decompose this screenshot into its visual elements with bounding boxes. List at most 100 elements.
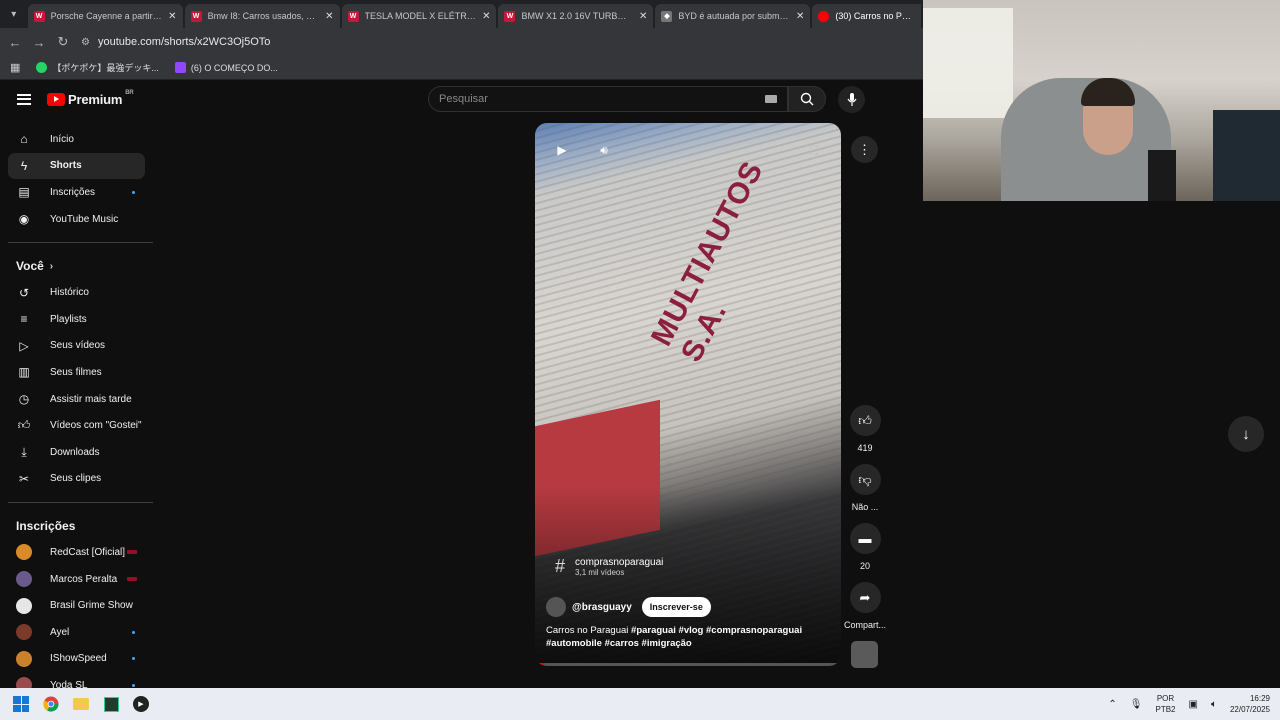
subscription-item[interactable]: Ayel (8, 619, 145, 646)
bookmark-item[interactable]: (6) O COMEÇO DO... (174, 62, 278, 73)
channel-avatar[interactable] (546, 597, 566, 617)
subscription-item[interactable]: Brasil Grime Show (8, 592, 145, 619)
comments-action[interactable]: ▬ 20 (849, 523, 881, 571)
news-icon: ◆ (661, 10, 673, 22)
sidebar-item-label: Playlists (50, 313, 87, 325)
subscriptions-icon: ▤ (18, 185, 30, 200)
play-button[interactable]: ▶ (549, 137, 575, 163)
close-tab-icon[interactable]: ✕ (796, 11, 804, 22)
clock-icon: ◷ (18, 392, 30, 407)
file-explorer-taskbar-icon[interactable] (66, 689, 96, 719)
browser-tab[interactable]: W TESLA MODEL X ELÉTRICO PLAI... ✕ (341, 4, 497, 28)
sidebar-item-inicio[interactable]: ⌂ Início (8, 126, 145, 153)
like-action[interactable]: 👍︎ 419 (849, 405, 881, 453)
subscribe-button[interactable]: Inscrever-se (641, 597, 711, 617)
volume-button[interactable]: 🔊︎ (591, 137, 617, 163)
site-info-icon[interactable]: ⚙ (81, 37, 90, 48)
sidebar-item-label: Seus clipes (50, 473, 102, 485)
close-tab-icon[interactable]: ✕ (482, 11, 490, 22)
close-tab-icon[interactable]: ✕ (325, 11, 333, 22)
microphone-icon[interactable]: 🎙︎ (1130, 699, 1143, 710)
more-options-button[interactable]: ⋮ (851, 136, 878, 163)
search-button[interactable] (788, 86, 826, 112)
hashtag-link[interactable]: # comprasnoparaguai 3,1 mil vídeos (555, 556, 663, 577)
browser-tab[interactable]: W Bmw I8: Carros usados, seminov... ✕ (184, 4, 340, 28)
new-content-dot (132, 657, 135, 661)
sidebar-item-seus-clipes[interactable]: ✂ Seus clipes (8, 466, 145, 493)
browser-tab[interactable]: W BMW X1 2.0 16V TURBO ACTIVE... ✕ (498, 4, 654, 28)
browser-tab-active[interactable]: (30) Carros no Paraguai (812, 4, 921, 28)
description-text: Carros no Paraguai (546, 625, 632, 636)
youtube-play-logo-icon (47, 92, 65, 106)
progress-bar[interactable] (535, 663, 841, 666)
close-tab-icon[interactable]: ✕ (168, 11, 176, 22)
chrome-taskbar-icon[interactable] (36, 689, 66, 719)
comment-icon[interactable]: ▬ (849, 523, 881, 554)
sidebar-item-shorts[interactable]: ϟ Shorts (8, 152, 145, 180)
subscription-item[interactable]: RedCast [Oficial] (8, 539, 145, 566)
section-title: Inscrições (16, 519, 76, 534)
mic-icon (847, 92, 856, 106)
channel-name: Brasil Grime Show (50, 600, 133, 612)
shorts-icon: ϟ (20, 158, 28, 173)
bookmark-item[interactable]: 【ポケポケ】最強デッキ... (36, 61, 159, 74)
subscription-item[interactable]: IShowSpeed (8, 646, 145, 673)
speaker-icon[interactable]: 🔈︎ (1211, 699, 1217, 710)
start-button[interactable] (6, 689, 36, 719)
sidebar-item-seus-videos[interactable]: ▷ Seus vídeos (8, 333, 145, 360)
sidebar-item-youtube-music[interactable]: ◉ YouTube Music (8, 206, 145, 233)
short-description[interactable]: Carros no Paraguai #paraguai #vlog #comp… (546, 624, 826, 650)
browser-tab[interactable]: ◆ BYD é autuada por submeter tr... ✕ (655, 4, 811, 28)
back-icon[interactable]: ← (3, 35, 27, 50)
url-field[interactable]: ⚙ youtube.com/shorts/x2WC3Oj5OTo (81, 36, 270, 48)
sidebar-item-videos-gostei[interactable]: 👍︎ Vídeos com "Gostei" (8, 412, 145, 439)
sidebar-item-assistir-mais-tarde[interactable]: ◷ Assistir mais tarde (8, 386, 145, 413)
sidebar-item-label: Downloads (50, 446, 100, 458)
language-indicator[interactable]: POR PTB2 (1155, 693, 1175, 715)
menu-icon[interactable] (17, 93, 31, 105)
clock[interactable]: 16:29 22/07/2025 (1230, 693, 1270, 715)
clock-date: 22/07/2025 (1229, 705, 1270, 714)
bookmarks-bar: ▦ 【ポケポケ】最強デッキ... (6) O COMEÇO DO... (0, 56, 923, 80)
media-player-taskbar-icon[interactable]: ▶ (126, 689, 156, 719)
tab-title: BMW X1 2.0 16V TURBO ACTIVE... (521, 11, 633, 21)
browser-tab[interactable]: W Porsche Cayenne a partir de 20... ✕ (27, 4, 183, 28)
music-icon: ◉ (18, 212, 30, 227)
share-action[interactable]: ➦ Compart... (844, 582, 886, 630)
close-tab-icon[interactable]: ✕ (639, 11, 647, 22)
search-placeholder: Pesquisar (439, 93, 488, 105)
search-input[interactable]: Pesquisar (428, 86, 788, 112)
channel-name: IShowSpeed (50, 653, 107, 665)
keyboard-icon[interactable] (765, 95, 777, 103)
channel-avatar (16, 650, 32, 667)
dislike-action[interactable]: 👎︎ Não ... (849, 464, 881, 512)
short-video-player[interactable]: MULTIAUTOS S.A. ▶ 🔊︎ ⛶ # comprasnoparagu… (535, 123, 841, 666)
sidebar-item-seus-filmes[interactable]: ▥ Seus filmes (8, 359, 145, 386)
subscription-item[interactable]: Marcos Peralta (8, 566, 145, 593)
apps-grid-icon[interactable]: ▦ (10, 61, 20, 74)
fullscreen-button[interactable]: ⛶ (801, 137, 827, 163)
reload-icon[interactable]: ↻ (51, 34, 75, 50)
youtube-premium-logo[interactable]: Premium BR (47, 90, 134, 107)
next-short-button[interactable]: ↓ (1228, 416, 1264, 452)
channel-handle[interactable]: @brasguayy (572, 602, 632, 613)
dislike-icon[interactable]: 👎︎ (849, 464, 881, 495)
system-tray: ⌃ 🎙︎ POR PTB2 ▣ 🔈︎ 16:29 22/07/2025 (1108, 688, 1270, 720)
like-icon[interactable]: 👍︎ (849, 405, 881, 436)
channel-thumbnail[interactable] (851, 641, 878, 668)
sidebar-item-downloads[interactable]: ⤓ Downloads (8, 439, 145, 466)
section-voce[interactable]: Você › (0, 253, 155, 279)
share-icon[interactable]: ➦ (849, 582, 881, 613)
voice-search-button[interactable] (838, 86, 865, 113)
chevron-up-icon[interactable]: ⌃ (1108, 699, 1116, 710)
sidebar-item-historico[interactable]: ↺ Histórico (8, 279, 145, 306)
forward-icon[interactable]: → (27, 35, 51, 50)
new-content-dot (132, 190, 135, 194)
app-taskbar-icon[interactable] (96, 689, 126, 719)
network-icon[interactable]: ▣ (1189, 699, 1198, 710)
masthead-left: Premium BR (0, 80, 155, 118)
description-tags: #automobile #carros #imigração (546, 638, 692, 649)
tab-search-button[interactable]: ▾ (0, 0, 28, 28)
sidebar-item-playlists[interactable]: ≡ Playlists (8, 306, 145, 333)
sidebar-item-inscricoes[interactable]: ▤ Inscrições (8, 179, 145, 206)
